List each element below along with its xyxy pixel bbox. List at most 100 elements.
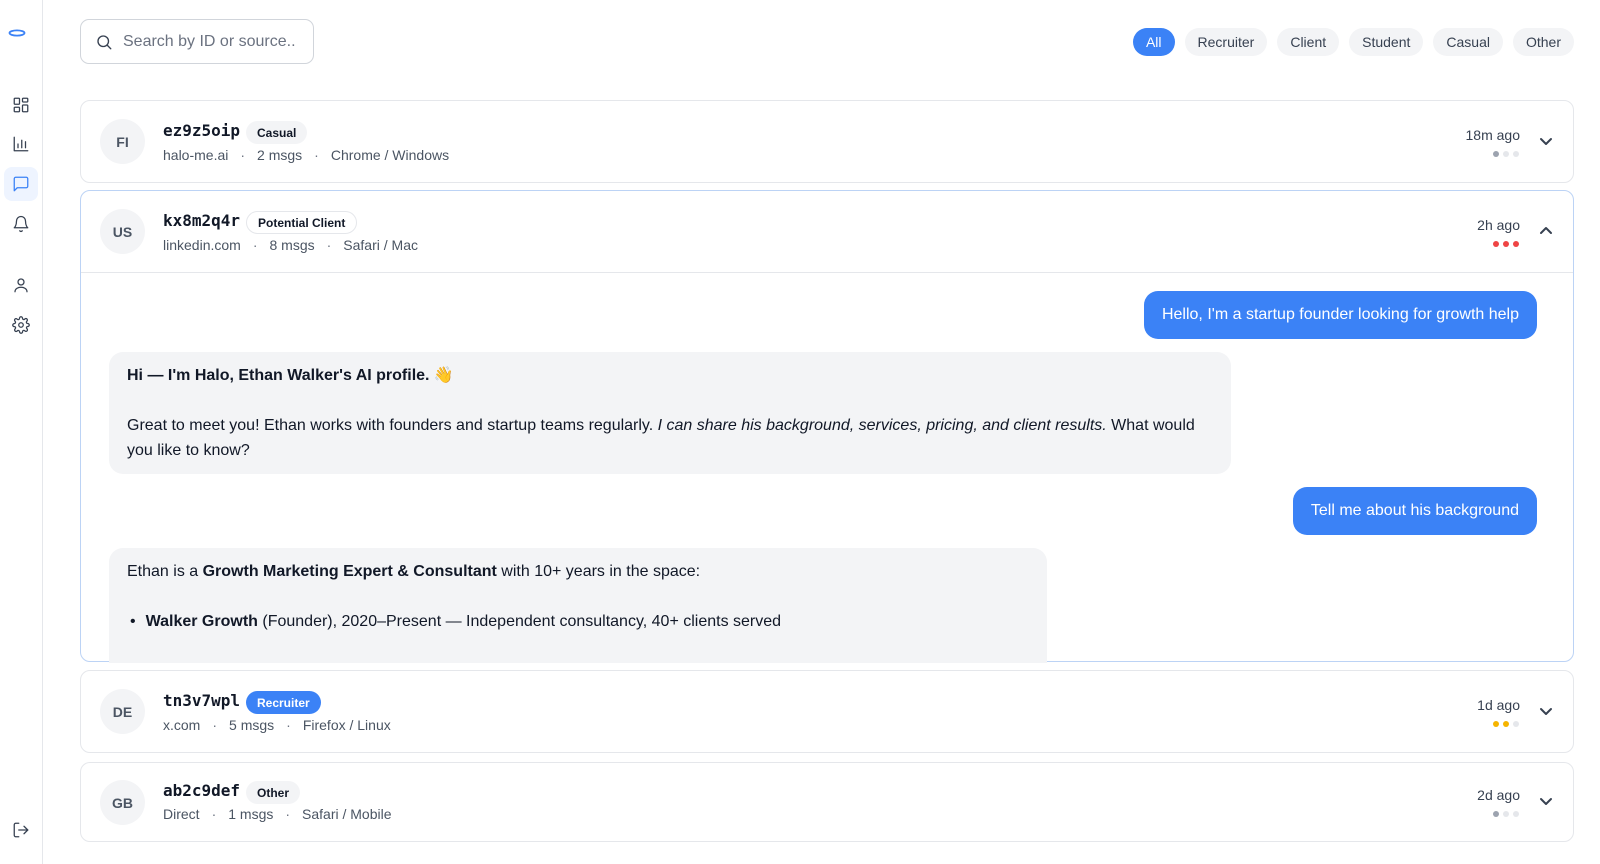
- conversation-id: ab2c9def: [163, 781, 241, 800]
- level-dot: [1503, 151, 1509, 157]
- chevron-down-icon: [1540, 708, 1552, 715]
- sidebar-profile-button[interactable]: [4, 268, 38, 302]
- sidebar-settings-button[interactable]: [4, 308, 38, 342]
- bot-text-emphasis: I can share his background, services, pr…: [657, 417, 1107, 434]
- user-message: Hello, I'm a startup founder looking for…: [1143, 291, 1537, 339]
- chevron-down-icon: [1540, 138, 1552, 145]
- conversation-card: FI ez9z5oip Casual halo-me.ai · 2 msgs · C…: [80, 100, 1574, 183]
- collapse-toggle[interactable]: [1539, 224, 1553, 238]
- gear-icon: [12, 316, 30, 334]
- conversation-card-expanded: US kx8m2q4r Potential Client linkedin.co…: [80, 190, 1574, 663]
- avatar: DE: [100, 689, 145, 734]
- message-count: 2 msgs: [257, 147, 303, 163]
- search-icon: [97, 34, 112, 49]
- conversation-id: kx8m2q4r: [163, 211, 241, 230]
- sidebar-notifications-button[interactable]: [4, 207, 38, 241]
- conversation-header[interactable]: FI ez9z5oip Casual halo-me.ai · 2 msgs · C…: [81, 101, 1573, 182]
- intent-level: [1493, 811, 1519, 817]
- avatar: US: [100, 209, 145, 254]
- avatar: FI: [100, 119, 145, 164]
- conversation-header[interactable]: US kx8m2q4r Potential Client linkedin.co…: [81, 191, 1573, 273]
- message-count: 1 msgs: [228, 806, 274, 822]
- user-message: Tell me about his background: [1292, 487, 1537, 535]
- filter-chips: All Recruiter Client Student Casual Othe…: [1132, 28, 1574, 56]
- bot-text-part: Great to meet you! Ethan works with foun…: [127, 417, 658, 434]
- list-item-strong: Walker Growth: [145, 613, 258, 630]
- browser-text: Safari / Mobile: [302, 806, 392, 822]
- bell-icon: [13, 215, 29, 233]
- search-input[interactable]: [123, 32, 303, 51]
- message-thread[interactable]: Hello, I'm a startup founder looking for…: [81, 273, 1573, 663]
- expand-toggle[interactable]: [1539, 134, 1553, 148]
- level-dot: [1493, 241, 1499, 247]
- filter-casual[interactable]: Casual: [1433, 28, 1503, 56]
- user-icon: [14, 278, 28, 293]
- dashboard-icon: [13, 97, 29, 113]
- level-dot: [1503, 811, 1509, 817]
- logout-icon: [13, 822, 29, 838]
- sidebar-conversations-button[interactable]: [4, 167, 38, 201]
- sidebar: [0, 0, 43, 864]
- category-tag: Other: [246, 781, 301, 804]
- level-dot: [1503, 241, 1509, 247]
- level-dot: [1513, 811, 1519, 817]
- level-dot: [1493, 811, 1499, 817]
- conversation-id: tn3v7wpl: [163, 691, 241, 710]
- timestamp: 18m ago: [1465, 127, 1520, 143]
- conversation-meta: linkedin.com · 8 msgs · Safari / Mac: [163, 237, 418, 253]
- source-text: halo-me.ai: [163, 147, 229, 163]
- expand-toggle[interactable]: [1539, 704, 1553, 718]
- search-box[interactable]: [80, 19, 314, 64]
- avatar: GB: [100, 780, 145, 825]
- bot-message: Hi — I'm Halo, Ethan Walker's AI profile…: [109, 352, 1231, 474]
- level-dot: [1513, 241, 1519, 247]
- intent-level: [1493, 241, 1519, 247]
- bot-text-part: Ethan is a: [127, 563, 203, 580]
- sidebar-logout-button[interactable]: [4, 813, 38, 847]
- source-text: Direct: [163, 806, 200, 822]
- category-tag: Potential Client: [246, 211, 358, 234]
- source-text: linkedin.com: [163, 237, 241, 253]
- list-item: Walker Growth (Founder), 2020–Present — …: [127, 609, 1029, 634]
- conversation-id: ez9z5oip: [163, 121, 241, 140]
- list-item-text: (Founder), 2020–Present — Independent co…: [257, 613, 782, 630]
- category-tag: Casual: [246, 121, 308, 144]
- chevron-up-icon: [1540, 227, 1552, 234]
- level-dot: [1513, 151, 1519, 157]
- filter-client[interactable]: Client: [1277, 28, 1340, 56]
- filter-other[interactable]: Other: [1512, 28, 1574, 56]
- level-dot: [1493, 721, 1499, 727]
- conversation-header[interactable]: GB ab2c9def Other Direct · 1 msgs · Safari…: [81, 763, 1573, 844]
- bot-text-part: with 10+ years in the space:: [496, 563, 701, 580]
- source-text: x.com: [163, 717, 201, 733]
- timestamp: 1d ago: [1477, 697, 1520, 713]
- level-dot: [1493, 151, 1499, 157]
- conversation-card: DE tn3v7wpl Recruiter x.com · 5 msgs · Fir…: [80, 670, 1574, 753]
- conversation-meta: x.com · 5 msgs · Firefox / Linux: [163, 717, 391, 733]
- browser-text: Chrome / Windows: [330, 147, 450, 163]
- bot-greeting: Hi — I'm Halo, Ethan Walker's AI profile…: [127, 367, 454, 384]
- browser-text: Firefox / Linux: [302, 717, 391, 733]
- bot-message: Ethan is a Growth Marketing Expert & Con…: [109, 548, 1047, 663]
- conversation-card: GB ab2c9def Other Direct · 1 msgs · Safari…: [80, 762, 1574, 842]
- chevron-down-icon: [1540, 798, 1552, 805]
- level-dot: [1503, 721, 1509, 727]
- filter-recruiter[interactable]: Recruiter: [1184, 28, 1268, 56]
- conversation-header[interactable]: DE tn3v7wpl Recruiter x.com · 5 msgs · Fir…: [81, 671, 1573, 752]
- browser-text: Safari / Mac: [343, 237, 418, 253]
- sidebar-analytics-button[interactable]: [4, 127, 38, 161]
- bot-text-strong: Growth Marketing Expert & Consultant: [202, 563, 497, 580]
- sidebar-dashboard-button[interactable]: [4, 88, 38, 122]
- message-count: 8 msgs: [269, 237, 315, 253]
- conversation-meta: Direct · 1 msgs · Safari / Mobile: [163, 806, 392, 822]
- intent-level: [1493, 151, 1519, 157]
- halo-logo-icon: [8, 29, 26, 37]
- filter-student[interactable]: Student: [1349, 28, 1424, 56]
- expand-toggle[interactable]: [1539, 794, 1553, 808]
- chart-icon: [13, 136, 29, 152]
- message-icon: [13, 176, 29, 192]
- timestamp: 2d ago: [1477, 787, 1520, 803]
- filter-all[interactable]: All: [1132, 28, 1175, 56]
- message-count: 5 msgs: [229, 717, 275, 733]
- timestamp: 2h ago: [1477, 217, 1520, 233]
